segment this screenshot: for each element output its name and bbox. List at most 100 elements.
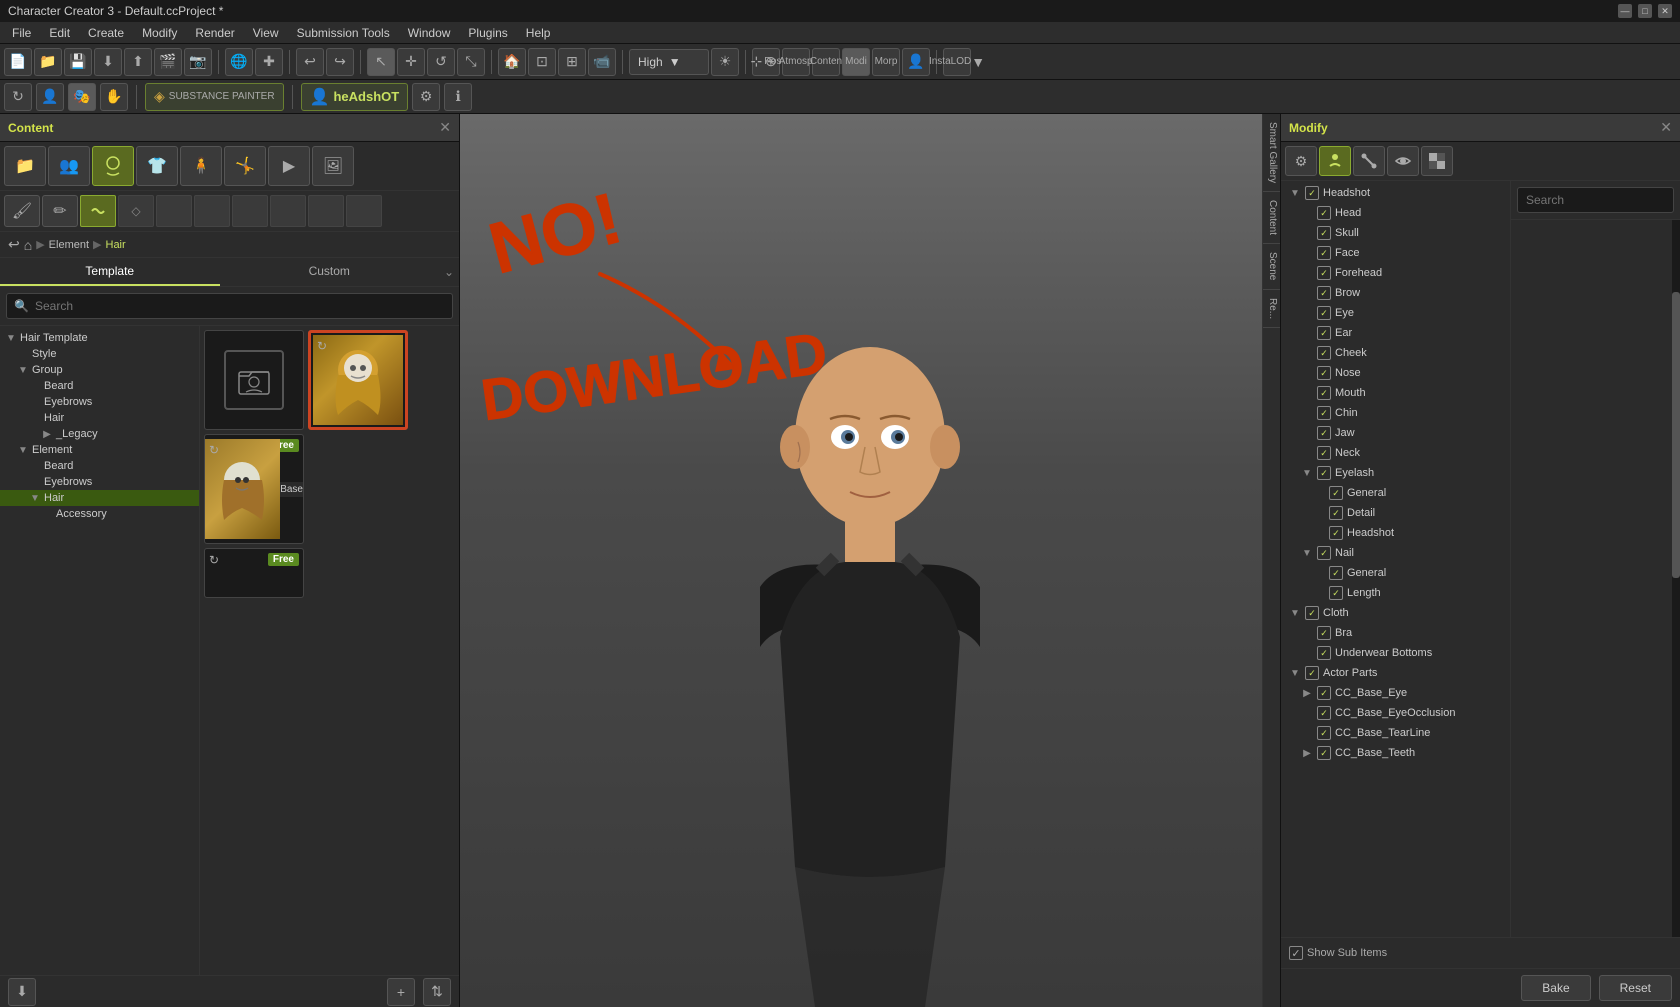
content-animation-btn[interactable]: ▶: [268, 146, 310, 186]
tab-collapse-btn[interactable]: ⌄: [439, 258, 459, 286]
check-eyelash-headshot[interactable]: ✓: [1329, 526, 1343, 540]
close-button[interactable]: ✕: [1658, 4, 1672, 18]
check-actor-parts[interactable]: ✓: [1305, 666, 1319, 680]
check-brow[interactable]: ✓: [1317, 286, 1331, 300]
content-scene-btn[interactable]: 🖼: [312, 146, 354, 186]
mtree-cc-base-eyeocc[interactable]: ✓ CC_Base_EyeOcclusion: [1281, 703, 1510, 723]
content-body-btn[interactable]: 🧍: [180, 146, 222, 186]
render-btn[interactable]: 🎬: [154, 48, 182, 76]
tab-custom[interactable]: Custom: [220, 258, 440, 286]
mtree-underwear[interactable]: ✓ Underwear Bottoms: [1281, 643, 1510, 663]
substance-painter-btn[interactable]: ◈ SUBSTANCE PAINTER: [145, 83, 284, 111]
mtree-face[interactable]: ✓ Face: [1281, 243, 1510, 263]
mtree-forehead[interactable]: ✓ Forehead: [1281, 263, 1510, 283]
content-paint-btn[interactable]: 🖌: [4, 195, 40, 227]
mtree-cc-base-teeth[interactable]: ▶ ✓ CC_Base_Teeth: [1281, 743, 1510, 763]
check-cloth[interactable]: ✓: [1305, 606, 1319, 620]
check-forehead[interactable]: ✓: [1317, 266, 1331, 280]
mtree-ear[interactable]: ✓ Ear: [1281, 323, 1510, 343]
mtree-mouth[interactable]: ✓ Mouth: [1281, 383, 1510, 403]
mtree-nose[interactable]: ✓ Nose: [1281, 363, 1510, 383]
mtree-neck[interactable]: ✓ Neck: [1281, 443, 1510, 463]
mtree-eyelash[interactable]: ▼ ✓ Eyelash: [1281, 463, 1510, 483]
scroll-down-btn[interactable]: ⬇: [8, 978, 36, 1006]
new-file-btn[interactable]: 📄: [4, 48, 32, 76]
show-sub-items-checkbox[interactable]: ✓ Show Sub Items: [1289, 946, 1387, 960]
minimize-button[interactable]: —: [1618, 4, 1632, 18]
menu-view[interactable]: View: [245, 24, 287, 42]
screenshot-btn[interactable]: 📷: [184, 48, 212, 76]
check-cc-base-eyeocc[interactable]: ✓: [1317, 706, 1331, 720]
grid-item-placeholder[interactable]: [204, 330, 304, 430]
check-cheek[interactable]: ✓: [1317, 346, 1331, 360]
tree-element-hair[interactable]: ▼ Hair: [0, 490, 199, 506]
mtree-nail[interactable]: ▼ ✓ Nail: [1281, 543, 1510, 563]
content-btn8[interactable]: [270, 195, 306, 227]
head-btn[interactable]: 🎭: [68, 83, 96, 111]
rotate-mode-btn[interactable]: ↻: [4, 83, 32, 111]
modify-tab-figure[interactable]: [1319, 146, 1351, 176]
check-headshot[interactable]: ✓: [1305, 186, 1319, 200]
mtree-jaw[interactable]: ✓ Jaw: [1281, 423, 1510, 443]
mtree-nail-length[interactable]: ✓ Length: [1281, 583, 1510, 603]
tree-hair-template[interactable]: ▼ Hair Template: [0, 330, 199, 346]
content-btn[interactable]: Conten: [812, 48, 840, 76]
modify-tab-eye[interactable]: [1387, 146, 1419, 176]
select-btn[interactable]: ↖: [367, 48, 395, 76]
check-cc-base-tearline[interactable]: ✓: [1317, 726, 1331, 740]
tree-group-eyebrows[interactable]: Eyebrows: [0, 394, 199, 410]
content-pose-btn[interactable]: 🤸: [224, 146, 266, 186]
check-eyelash-general[interactable]: ✓: [1329, 486, 1343, 500]
menu-file[interactable]: File: [4, 24, 39, 42]
grid-btn[interactable]: ⊞: [558, 48, 586, 76]
mtree-skull[interactable]: ✓ Skull: [1281, 223, 1510, 243]
content-btn10[interactable]: [346, 195, 382, 227]
add-btn[interactable]: +: [387, 978, 415, 1006]
breadcrumb-home-btn[interactable]: ⌂: [24, 237, 32, 253]
side-tab-record[interactable]: Re...: [1263, 290, 1280, 328]
content-head-btn[interactable]: [92, 146, 134, 186]
grid-item-free3[interactable]: Free ↻: [204, 548, 304, 598]
content-btn6[interactable]: [194, 195, 230, 227]
move2-btn[interactable]: ✛: [397, 48, 425, 76]
check-cc-base-teeth[interactable]: ✓: [1317, 746, 1331, 760]
menu-window[interactable]: Window: [400, 24, 459, 42]
mtree-actor-parts[interactable]: ▼ ✓ Actor Parts: [1281, 663, 1510, 683]
check-nail[interactable]: ✓: [1317, 546, 1331, 560]
check-ear[interactable]: ✓: [1317, 326, 1331, 340]
content-figure-btn[interactable]: 👥: [48, 146, 90, 186]
mtree-brow[interactable]: ✓ Brow: [1281, 283, 1510, 303]
home-btn[interactable]: 🏠: [498, 48, 526, 76]
maximize-button[interactable]: □: [1638, 4, 1652, 18]
reset-button[interactable]: Reset: [1599, 975, 1672, 1001]
open-btn[interactable]: 📁: [34, 48, 62, 76]
menu-modify[interactable]: Modify: [134, 24, 185, 42]
mtree-eyelash-headshot[interactable]: ✓ Headshot: [1281, 523, 1510, 543]
check-eyelash[interactable]: ✓: [1317, 466, 1331, 480]
tree-style[interactable]: Style: [0, 346, 199, 362]
check-nail-general[interactable]: ✓: [1329, 566, 1343, 580]
check-nail-length[interactable]: ✓: [1329, 586, 1343, 600]
menu-edit[interactable]: Edit: [41, 24, 78, 42]
mtree-bra[interactable]: ✓ Bra: [1281, 623, 1510, 643]
content-panel-close[interactable]: ✕: [439, 119, 451, 136]
sun-btn[interactable]: ☀: [711, 48, 739, 76]
tree-element-eyebrows[interactable]: Eyebrows: [0, 474, 199, 490]
menu-plugins[interactable]: Plugins: [460, 24, 515, 42]
mtree-eyelash-detail[interactable]: ✓ Detail: [1281, 503, 1510, 523]
content-folder-btn[interactable]: 📁: [4, 146, 46, 186]
tree-group-hair[interactable]: Hair: [0, 410, 199, 426]
content-cloth-btn[interactable]: 👕: [136, 146, 178, 186]
check-eyelash-detail[interactable]: ✓: [1329, 506, 1343, 520]
breadcrumb-hair[interactable]: Hair: [106, 239, 126, 251]
save-btn[interactable]: 💾: [64, 48, 92, 76]
mtree-cc-base-tearline[interactable]: ✓ CC_Base_TearLine: [1281, 723, 1510, 743]
headshot-btn[interactable]: 👤 heAdshOT: [301, 83, 409, 111]
side-tab-scene[interactable]: Scene: [1263, 244, 1280, 289]
content-search-input[interactable]: [6, 293, 453, 319]
quality-dropdown[interactable]: High ▼: [629, 49, 709, 75]
redo-btn[interactable]: ↪: [326, 48, 354, 76]
tree-element-beard[interactable]: Beard: [0, 458, 199, 474]
check-nose[interactable]: ✓: [1317, 366, 1331, 380]
instalod-btn[interactable]: InstaLOD ▼: [943, 48, 971, 76]
